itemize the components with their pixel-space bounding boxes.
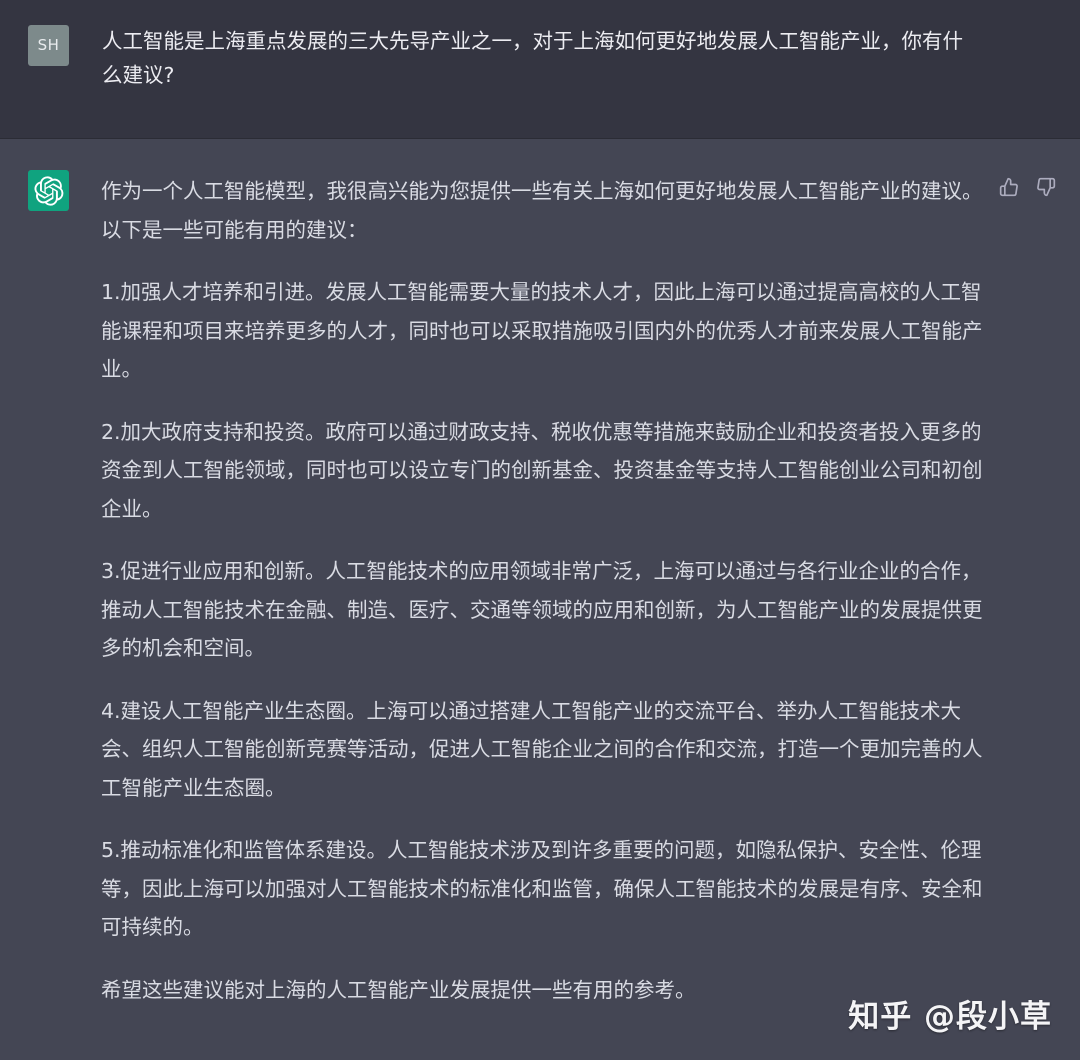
suggestion-paragraph-1: 1.加强人才培养和引进。发展人工智能需要大量的技术人才，因此上海可以通过提高高校… (101, 280, 983, 381)
user-avatar: SH (28, 25, 69, 66)
suggestion-paragraph-2: 2.加大政府支持和投资。政府可以通过财政支持、税收优惠等措施来鼓励企业和投资者投… (101, 419, 983, 521)
suggestion-paragraph-3: 3.促进行业应用和创新。人工智能技术的应用领域非常广泛，上海可以通过与各行业企业… (101, 559, 983, 660)
user-message-row: SH 人工智能是上海重点发展的三大先导产业之一，对于上海如何更好地发展人工智能产… (0, 0, 1080, 139)
suggestion-paragraph-4: 4.建设人工智能产业生态圈。上海可以通过搭建人工智能产业的交流平台、举办人工智能… (101, 698, 983, 800)
assistant-intro-paragraph: 作为一个人工智能模型，我很高兴能为您提供一些有关上海如何更好地发展人工智能产业的… (101, 179, 983, 242)
openai-logo-icon (28, 170, 69, 211)
thumbs-up-icon[interactable] (997, 175, 1021, 199)
user-message-text: 人工智能是上海重点发展的三大先导产业之一，对于上海如何更好地发展人工智能产业，你… (102, 29, 963, 87)
zhihu-watermark: 知乎 @段小草 (848, 999, 1052, 1035)
suggestion-paragraph-5: 5.推动标准化和监管体系建设。人工智能技术涉及到许多重要的问题，如隐私保护、安全… (101, 838, 983, 939)
assistant-message-body: 作为一个人工智能模型，我很高兴能为您提供一些有关上海如何更好地发展人工智能产业的… (101, 172, 986, 1033)
thumbs-down-icon[interactable] (1034, 175, 1058, 199)
assistant-message-row: 作为一个人工智能模型，我很高兴能为您提供一些有关上海如何更好地发展人工智能产业的… (0, 139, 1080, 1060)
